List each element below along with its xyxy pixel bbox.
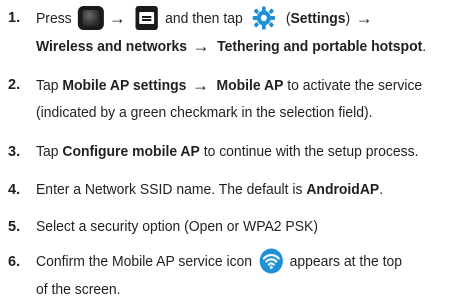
step-text: Tap Configure mobile AP to continue with… [36,138,471,166]
menu-key-icon [135,6,158,31]
text-before: Enter a Network SSID name. The default i… [36,181,303,198]
period: . [422,38,427,55]
period: . [379,181,384,198]
step-number: 1. [8,10,21,26]
step-text: Tap Mobile AP settings → Mobile AP to ac… [36,71,471,127]
text-tap: Tap [36,143,59,160]
text-settings-close: ) [345,10,351,27]
mobile-ap-settings-label: Mobile AP settings [62,77,187,94]
settings-gear-icon [253,6,276,30]
path-tethering: Tethering and portable hotspot [217,38,423,55]
text-press: Press [36,10,72,27]
instruction-list: 1. Press → and then tap (Settings) → Wir… [0,0,475,303]
step-number: 2. [8,77,21,93]
text-before: Confirm the Mobile AP service icon [36,253,253,270]
text-after: to continue with the setup process. [203,143,419,160]
mobile-ap-wifi-icon [259,248,283,274]
text-line2: of the screen. [36,281,121,298]
arrow-icon: → [109,8,126,28]
home-key-icon [77,6,104,31]
arrow-icon: → [192,75,209,95]
step-text: Press → and then tap (Settings) → Wirele… [36,4,471,60]
text-line2: (indicated by a green checkmark in the s… [36,104,373,121]
step-number: 5. [8,219,21,235]
text-after: appears at the top [289,253,403,270]
text: Select a security option (Open or WPA2 P… [36,218,318,235]
step-number: 6. [8,254,21,270]
step-number: 4. [8,182,21,198]
step-text: Select a security option (Open or WPA2 P… [36,213,471,241]
configure-label: Configure mobile AP [62,143,200,160]
mobile-ap-label: Mobile AP [216,77,284,94]
arrow-icon: → [192,36,210,56]
default-ssid: AndroidAP [306,181,380,198]
step-number: 3. [8,144,21,160]
text-and-then-tap: and then tap [165,10,243,27]
step-text: Confirm the Mobile AP service icon appea… [36,248,471,304]
settings-label: Settings [290,10,346,27]
path-wireless: Wireless and networks [36,38,188,55]
step-text: Enter a Network SSID name. The default i… [36,176,471,204]
text-tap: Tap [36,77,59,94]
text-after: to activate the service [287,77,423,94]
arrow-icon: → [355,8,373,28]
